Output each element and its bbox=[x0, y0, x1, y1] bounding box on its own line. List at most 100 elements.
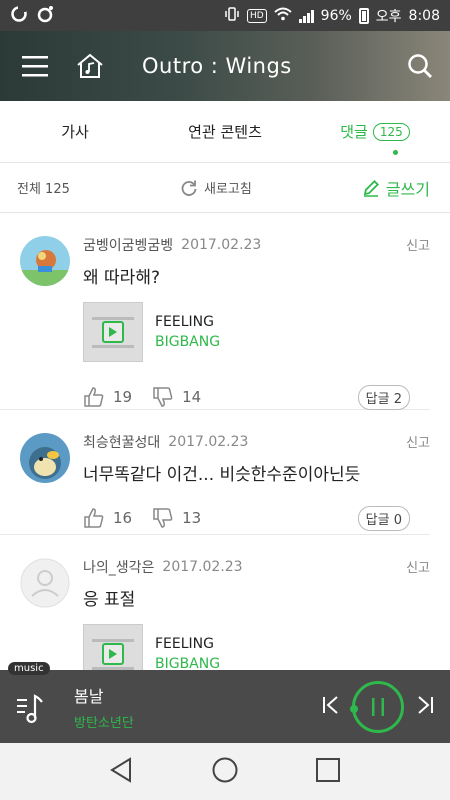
refresh-button[interactable]: 새로고침 bbox=[180, 178, 252, 197]
home-button[interactable] bbox=[70, 31, 110, 101]
comment-author[interactable]: 나의_생각은 bbox=[83, 557, 154, 577]
thumbs-down-icon bbox=[153, 508, 173, 528]
reply-button[interactable]: 답글 0 bbox=[357, 505, 410, 531]
previous-button[interactable] bbox=[320, 694, 342, 720]
menu-button[interactable] bbox=[0, 31, 70, 101]
progress-indicator bbox=[350, 704, 358, 713]
dislike-button[interactable]: 13 bbox=[152, 507, 201, 529]
album-art bbox=[83, 624, 143, 670]
search-icon bbox=[408, 54, 432, 78]
dislike-count: 13 bbox=[182, 509, 202, 527]
title-bar: Outro : Wings bbox=[0, 31, 450, 101]
previous-icon bbox=[323, 695, 338, 714]
page-title: Outro : Wings bbox=[142, 54, 292, 78]
tab-comments[interactable]: 댓글 125 bbox=[300, 101, 450, 162]
avatar[interactable] bbox=[20, 236, 70, 286]
home-music-icon bbox=[77, 53, 103, 78]
comment-text: 너무똑같다 이건... 비슷한수준이아닌듯 bbox=[83, 465, 361, 485]
reply-button[interactable]: 답글 2 bbox=[357, 384, 410, 410]
comment-author[interactable]: 굼벵이굼벵굼벵 bbox=[83, 235, 173, 255]
attached-song[interactable]: FEELING BIGBANG bbox=[83, 624, 410, 670]
tab-lyrics[interactable]: 가사 bbox=[0, 101, 150, 162]
back-button[interactable] bbox=[108, 756, 136, 788]
pause-button[interactable] bbox=[350, 680, 404, 733]
system-nav-bar bbox=[0, 743, 450, 800]
vibrate-icon bbox=[224, 6, 240, 26]
pause-icon bbox=[372, 697, 384, 716]
attached-song[interactable]: FEELING BIGBANG bbox=[83, 302, 410, 362]
comment-count-badge: 125 bbox=[372, 122, 410, 141]
comment-toolbar: 전체 125 새로고침 글쓰기 bbox=[0, 163, 450, 213]
comment-meta: 최승현꿀성대 2017.02.23 bbox=[83, 432, 410, 452]
play-icon bbox=[102, 643, 124, 665]
tab-related-label: 연관 콘텐츠 bbox=[188, 123, 262, 141]
playlist-icon bbox=[17, 693, 43, 723]
total-count: 전체 125 bbox=[17, 182, 70, 197]
tab-bar: 가사 연관 콘텐츠 댓글 125 bbox=[0, 101, 450, 163]
thumbs-down-icon bbox=[153, 387, 173, 407]
comment-date: 2017.02.23 bbox=[162, 559, 243, 575]
thumbs-up-icon bbox=[84, 508, 104, 528]
comment-text: 응 표절 bbox=[83, 590, 136, 610]
battery-percent: 96% bbox=[320, 7, 352, 24]
pencil-icon bbox=[363, 179, 379, 197]
status-bar: HD 96% 오후 8:08 bbox=[0, 0, 450, 31]
report-button[interactable]: 신고 bbox=[406, 235, 430, 254]
avatar[interactable] bbox=[20, 433, 70, 483]
comment-date: 2017.02.23 bbox=[181, 237, 262, 253]
thumbs-up-icon bbox=[84, 387, 104, 407]
comment-date: 2017.02.23 bbox=[168, 434, 249, 450]
write-comment-button[interactable]: 글쓰기 bbox=[362, 176, 450, 200]
comment-item: 최승현꿀성대 2017.02.23 신고 너무똑같다 이건... 비슷한수준이아… bbox=[0, 410, 430, 535]
comment-list: 굼벵이굼벵굼벵 2017.02.23 신고 왜 따라해? FEELING BIG… bbox=[0, 213, 450, 670]
search-button[interactable] bbox=[390, 31, 450, 101]
hamburger-icon bbox=[22, 56, 48, 77]
comment-text: 왜 따라해? bbox=[83, 268, 160, 288]
refresh-label: 새로고침 bbox=[204, 182, 252, 197]
like-count: 16 bbox=[113, 509, 133, 527]
comment-item: 굼벵이굼벵굼벵 2017.02.23 신고 왜 따라해? FEELING BIG… bbox=[0, 213, 430, 410]
song-title: FEELING bbox=[155, 314, 214, 330]
dislike-button[interactable]: 14 bbox=[152, 386, 201, 408]
next-icon bbox=[418, 695, 433, 714]
like-count: 19 bbox=[113, 388, 133, 406]
comment-author[interactable]: 최승현꿀성대 bbox=[83, 432, 160, 452]
next-button[interactable] bbox=[414, 694, 436, 720]
back-icon bbox=[109, 756, 131, 783]
comment-item: 나의_생각은 2017.02.23 신고 응 표절 FEELING BIGBAN… bbox=[0, 535, 430, 670]
comment-meta: 굼벵이굼벵굼벵 2017.02.23 bbox=[83, 235, 410, 255]
report-button[interactable]: 신고 bbox=[406, 557, 430, 576]
hd-voice-badge: HD bbox=[246, 8, 267, 23]
playlist-button[interactable] bbox=[0, 690, 60, 724]
app-notification-icon bbox=[10, 5, 28, 27]
song-artist: BIGBANG bbox=[155, 656, 221, 670]
tab-lyrics-label: 가사 bbox=[61, 123, 89, 141]
signal-icon bbox=[298, 9, 314, 23]
recent-apps-button[interactable] bbox=[314, 756, 342, 788]
refresh-icon bbox=[181, 180, 197, 196]
tab-related-content[interactable]: 연관 콘텐츠 bbox=[150, 101, 300, 162]
like-button[interactable]: 19 bbox=[83, 386, 132, 408]
now-playing-artist: 방탄소년단 bbox=[74, 715, 134, 731]
mini-player[interactable]: music 봄날 방탄소년단 bbox=[0, 662, 450, 743]
avatar[interactable] bbox=[20, 558, 70, 608]
wifi-icon bbox=[273, 7, 292, 25]
time-ampm: 오후 bbox=[375, 8, 402, 25]
like-button[interactable]: 16 bbox=[83, 507, 132, 529]
active-tab-indicator bbox=[393, 150, 398, 155]
dislike-count: 14 bbox=[182, 388, 202, 406]
recent-apps-icon bbox=[316, 757, 341, 782]
battery-icon bbox=[358, 7, 369, 24]
home-circle-icon bbox=[212, 757, 238, 782]
song-title: FEELING bbox=[155, 636, 214, 652]
song-artist: BIGBANG bbox=[155, 334, 221, 350]
home-nav-button[interactable] bbox=[211, 756, 239, 788]
report-button[interactable]: 신고 bbox=[406, 432, 430, 451]
play-icon bbox=[102, 321, 124, 343]
comment-meta: 나의_생각은 2017.02.23 bbox=[83, 557, 410, 577]
melon-notification-icon bbox=[36, 5, 54, 27]
album-art bbox=[83, 302, 143, 362]
music-tag: music bbox=[8, 662, 50, 675]
write-label: 글쓰기 bbox=[385, 179, 430, 199]
time-clock: 8:08 bbox=[408, 7, 440, 24]
